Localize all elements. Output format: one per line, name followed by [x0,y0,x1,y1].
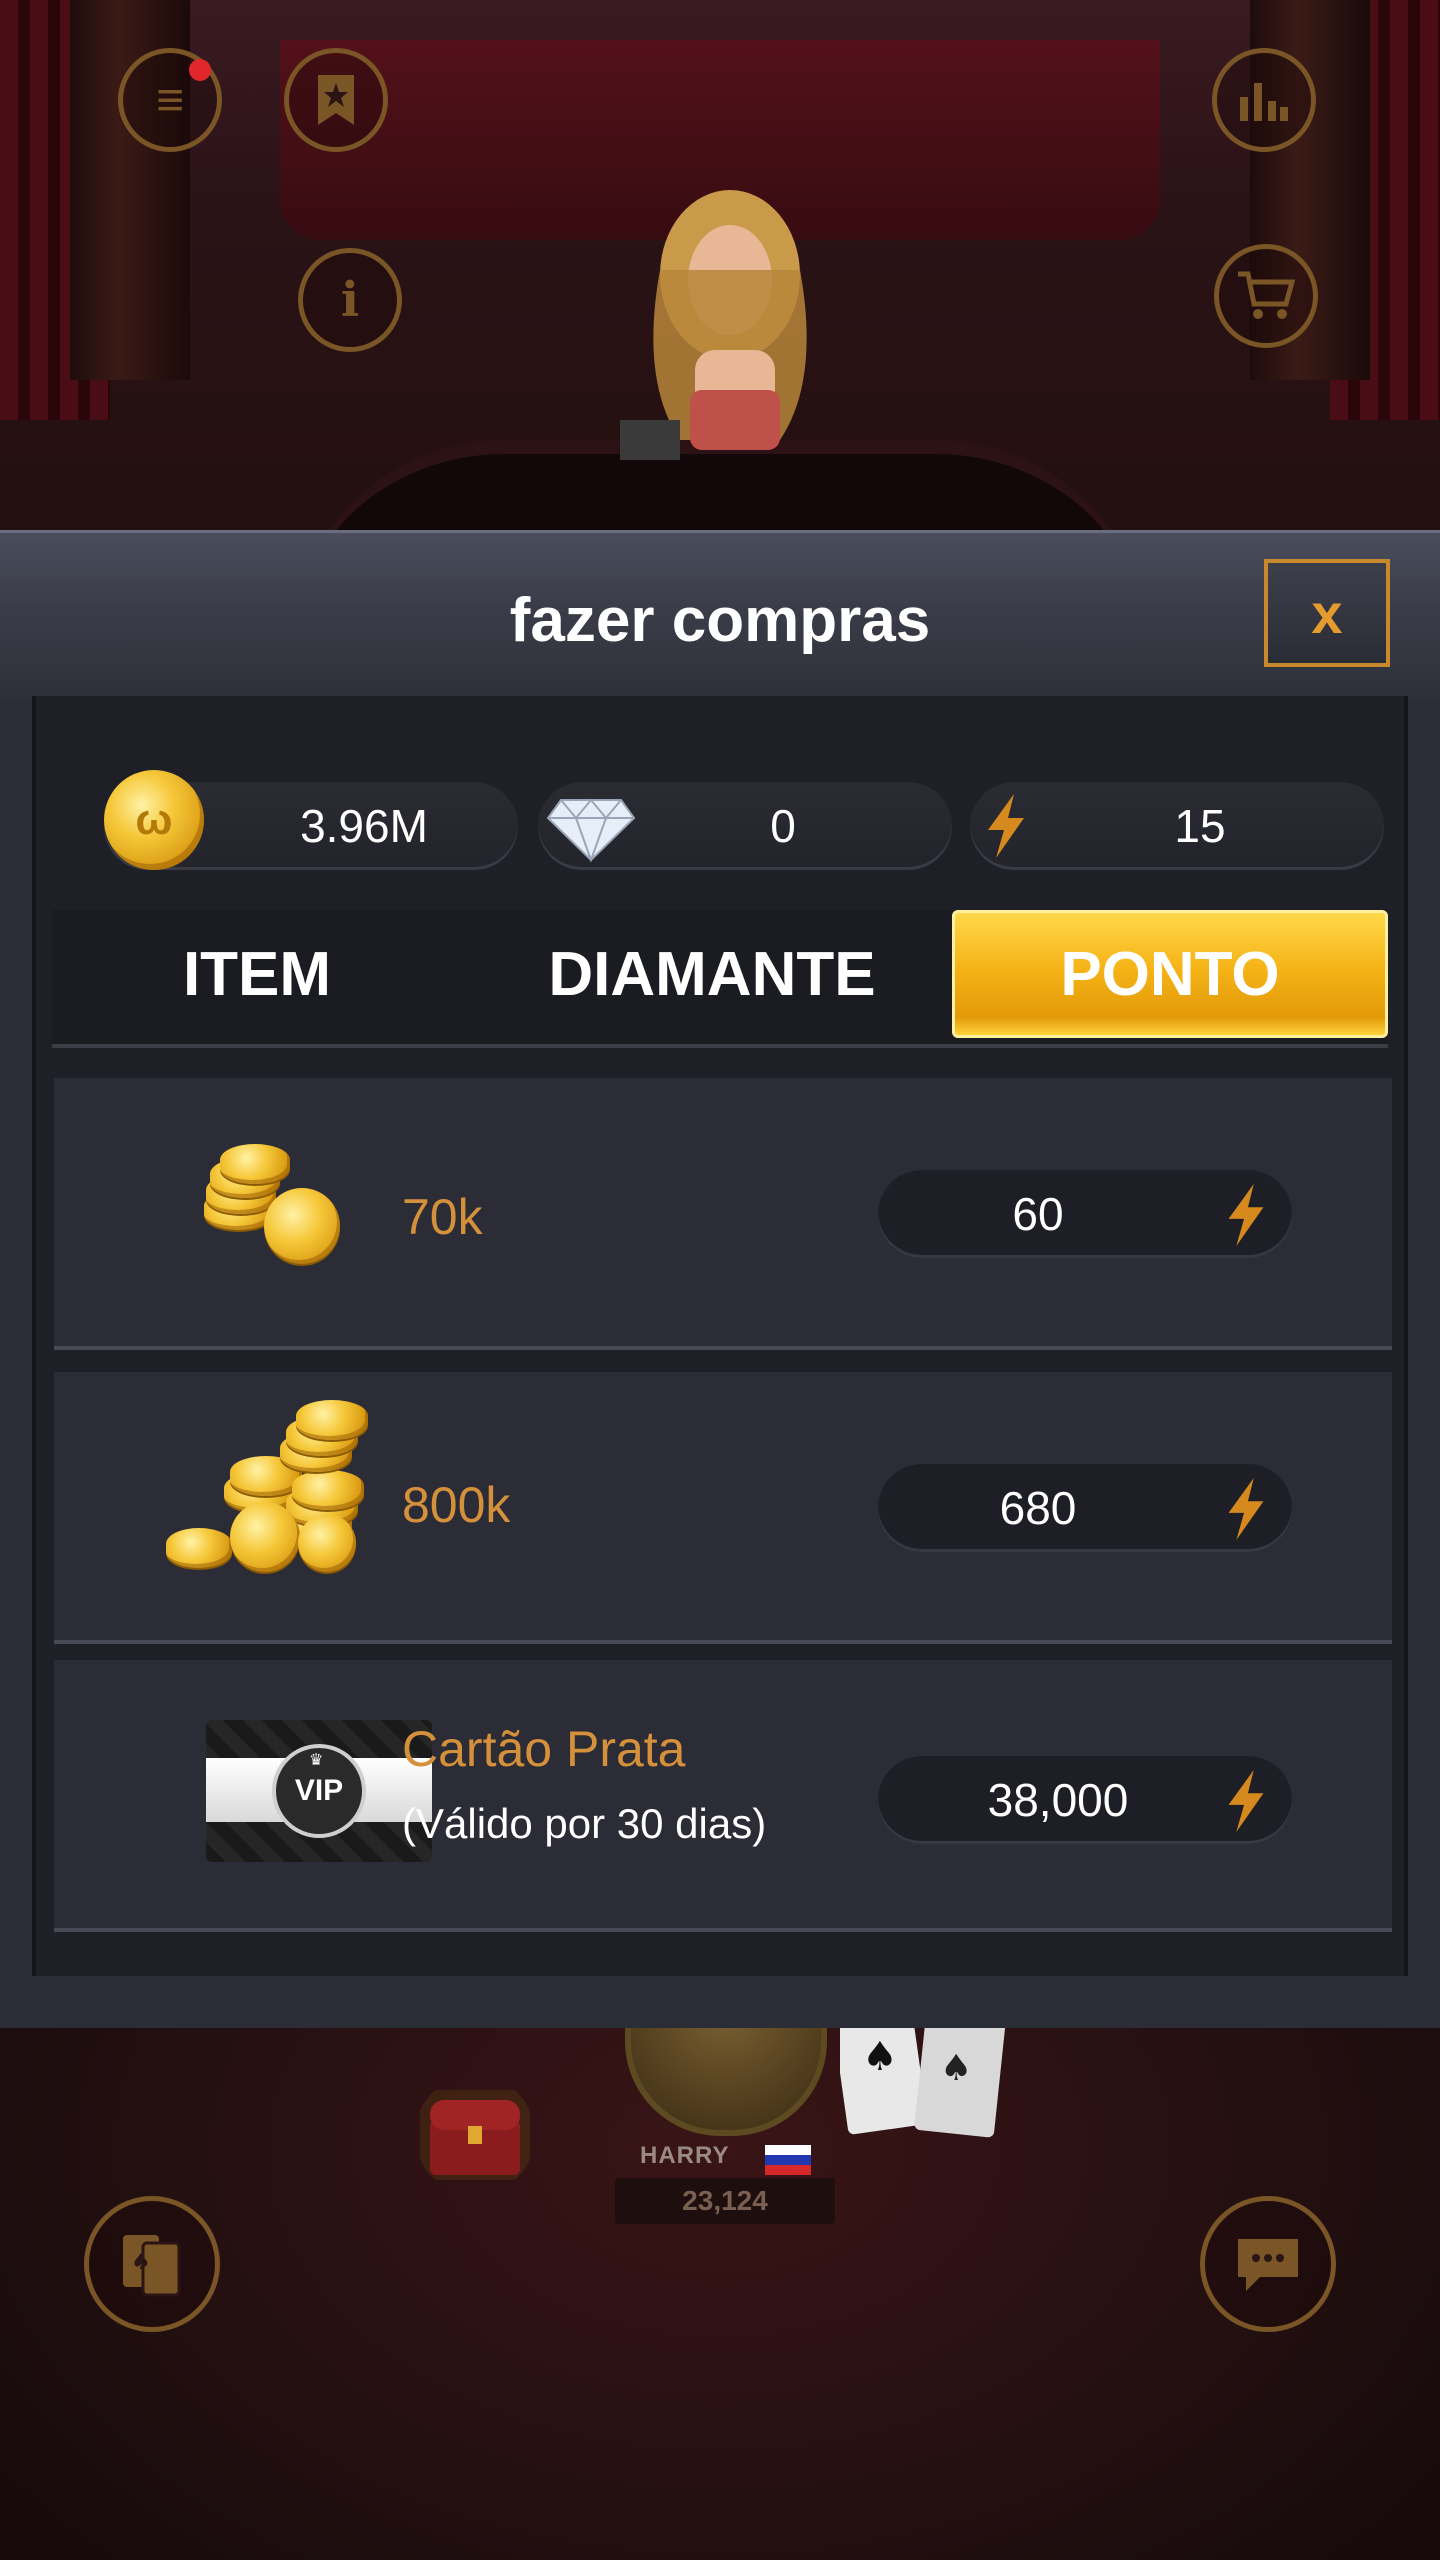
coin-balance-value: 3.96M [300,800,428,852]
modal-title: fazer compras [509,586,931,655]
svg-text:♠: ♠ [862,2034,898,2080]
lightning-bolt-icon [1228,1478,1264,1540]
player-flag-icon [765,2145,811,2175]
player-cards: ♠ ♠ [840,2010,1006,2138]
info-button[interactable]: i [298,248,402,352]
modal-header: fazer compras x [0,530,1440,699]
tab-ponto-label: PONTO [1060,939,1280,1009]
buy-button[interactable]: 680 [878,1464,1292,1552]
tab-diamante[interactable]: DIAMANTE [462,910,962,1038]
menu-button[interactable]: ≡ [118,48,222,152]
diamond-balance: 0 [538,782,952,870]
cards-button[interactable]: ♠ [84,2196,220,2332]
treasure-chest-icon[interactable] [420,2090,530,2180]
notification-dot [189,59,211,81]
dealer-avatar [620,190,807,460]
player-chip-count: 23,124 [615,2178,835,2224]
shop-item-800k[interactable]: 800k 680 [54,1372,1392,1644]
svg-text:♠: ♠ [131,2250,151,2275]
buy-button[interactable]: 60 [878,1170,1292,1258]
item-price: 680 [999,1482,1077,1534]
hamburger-icon: ≡ [155,73,184,127]
points-balance-value: 15 [1174,800,1226,852]
points-balance: 15 [970,782,1384,870]
player-name: HARRY [640,2142,730,2169]
item-price: 60 [1012,1188,1064,1240]
shop-tabs: ITEM DIAMANTE PONTO [52,910,1388,1048]
tab-ponto[interactable]: PONTO [952,910,1388,1038]
shopping-cart-icon [1238,271,1296,319]
shop-item-70k[interactable]: 70k 60 [54,1078,1392,1350]
crown-icon: ♛ [309,1752,324,1769]
item-title: Cartão Prata [402,1721,686,1777]
diamond-icon [546,798,636,862]
item-subtitle: (Válido por 30 dias) [402,1800,767,1847]
shop-item-silver-card[interactable]: VIP ♛ Cartão Prata (Válido por 30 dias) … [54,1660,1392,1932]
chat-bubble-icon [1238,2239,1298,2291]
tab-diamante-label: DIAMANTE [548,939,876,1009]
playing-cards-icon: ♠ [123,2235,181,2297]
tab-item[interactable]: ITEM [52,910,462,1038]
stats-button[interactable] [1212,48,1316,152]
lightning-bolt-icon [1228,1184,1264,1246]
diamond-balance-value: 0 [770,800,796,852]
vip-card-icon: VIP ♛ [206,1720,432,1862]
buy-button[interactable]: 38,000 [878,1756,1292,1844]
gold-coin-icon: ω [104,770,204,870]
shop-cart-button[interactable] [1214,244,1318,348]
svg-text:♠: ♠ [940,2048,972,2089]
bar-chart-icon [1240,83,1288,121]
close-icon: x [1311,581,1343,645]
item-title: 800k [402,1477,511,1533]
lightning-bolt-icon [1228,1770,1264,1832]
lightning-bolt-icon [988,794,1024,858]
bookmark-star-icon [318,75,354,125]
close-button[interactable]: x [1264,559,1390,667]
tab-item-label: ITEM [182,939,332,1009]
item-price: 38,000 [987,1774,1129,1826]
item-title: 70k [402,1189,483,1245]
info-icon: i [340,272,360,328]
bookmark-button[interactable] [284,48,388,152]
chat-button[interactable] [1200,2196,1336,2332]
